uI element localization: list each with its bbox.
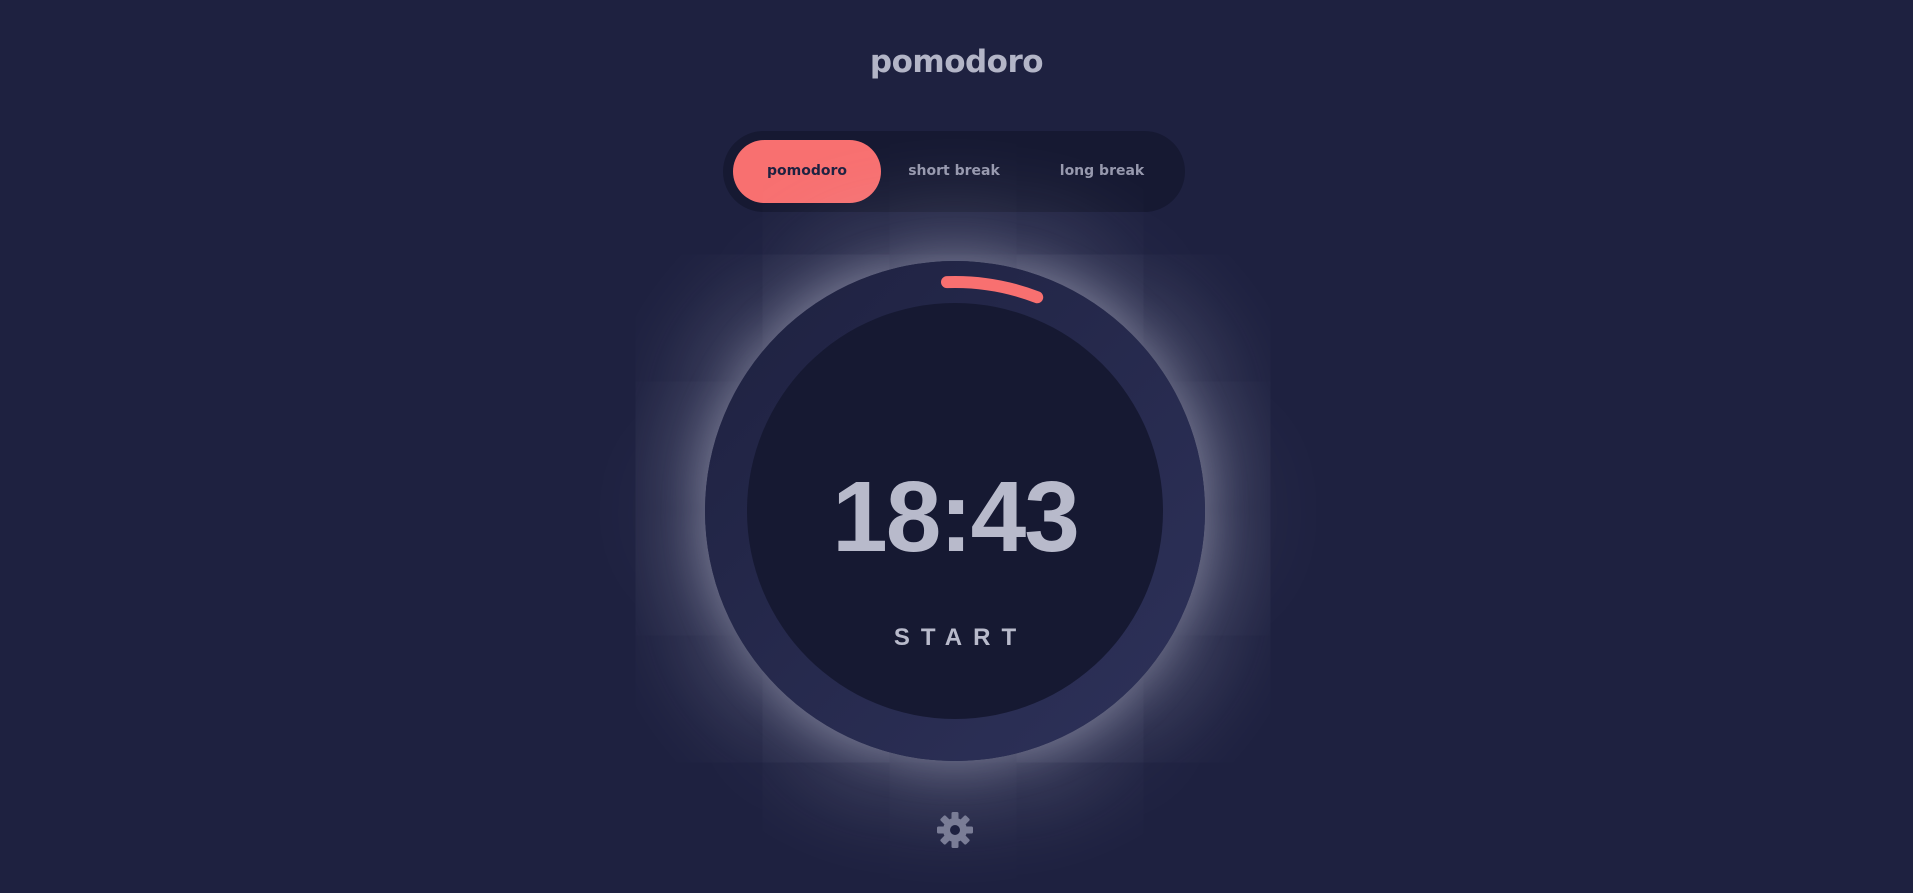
app-title: pomodoro <box>869 44 1044 80</box>
settings-button[interactable] <box>935 810 975 850</box>
pomodoro-app: pomodoro pomodoro short break long break… <box>0 0 1913 893</box>
mode-tab-pomodoro[interactable]: pomodoro <box>733 140 881 203</box>
mode-selector: pomodoro short break long break <box>723 131 1185 212</box>
mode-tab-long-break[interactable]: long break <box>1028 140 1176 203</box>
mode-tab-short-break[interactable]: short break <box>880 140 1028 203</box>
start-button[interactable]: START <box>850 620 1060 656</box>
gear-icon <box>937 812 973 848</box>
timer-display: 18:43 <box>832 461 1080 573</box>
